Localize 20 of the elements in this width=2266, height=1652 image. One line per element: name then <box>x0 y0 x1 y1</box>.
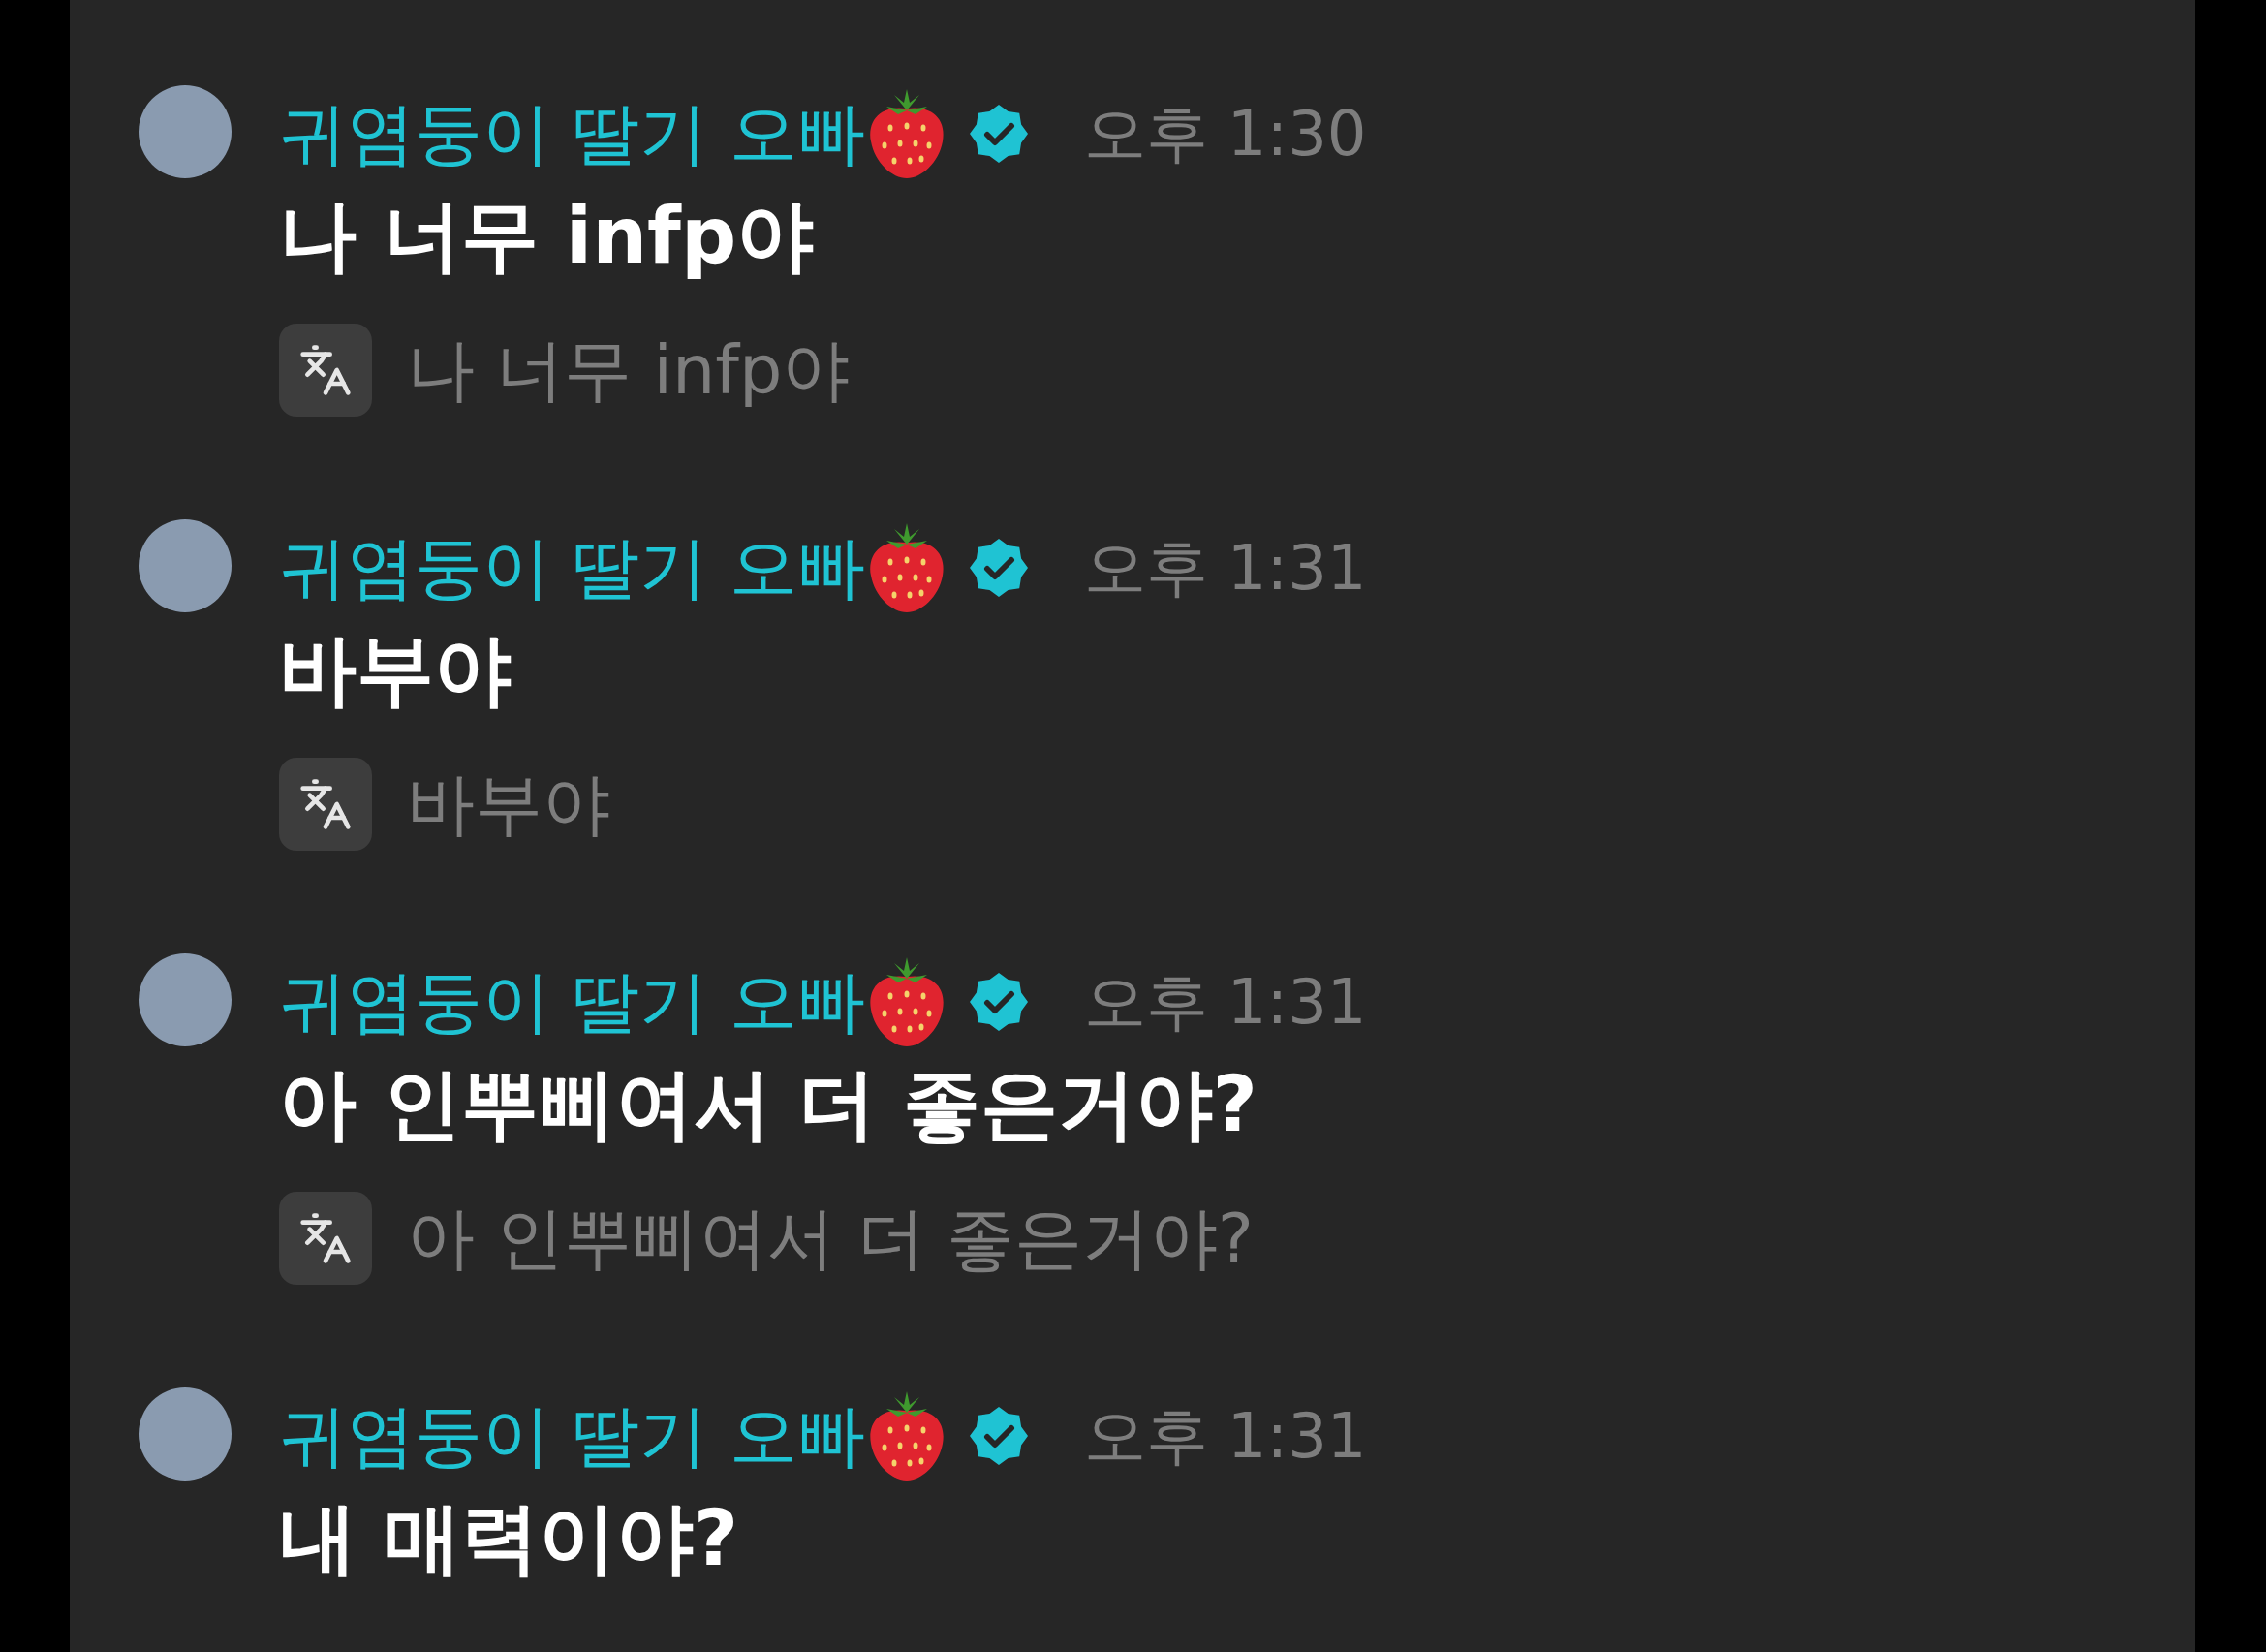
translate-icon <box>298 777 353 831</box>
timestamp: 오후 1:31 <box>1083 1405 1367 1467</box>
translated-text: 바부야 <box>407 770 610 838</box>
timestamp: 오후 1:31 <box>1083 971 1367 1033</box>
author-name[interactable]: 귀염둥이 딸기 오빠 <box>279 968 865 1036</box>
translate-icon <box>298 343 353 397</box>
message-text: 바부야 <box>279 624 512 717</box>
message-text: 아 인뿌삐여서 더 좋은거야? <box>279 1058 1258 1151</box>
author-name[interactable]: 귀염둥이 딸기 오빠 <box>279 534 865 602</box>
message-text: 나 너무 infp야 <box>279 190 816 283</box>
timestamp: 오후 1:31 <box>1083 537 1367 599</box>
translated-text: 아 인뿌삐여서 더 좋은거야? <box>407 1204 1254 1272</box>
author-name[interactable]: 귀염둥이 딸기 오빠 <box>279 100 865 168</box>
timestamp: 오후 1:30 <box>1083 103 1367 165</box>
translate-icon <box>298 1211 353 1265</box>
translate-button[interactable] <box>279 758 372 851</box>
author-name[interactable]: 귀염둥이 딸기 오빠 <box>279 1402 865 1470</box>
translate-button[interactable] <box>279 324 372 417</box>
message-text: 내 매력이야? <box>279 1492 740 1585</box>
translate-button[interactable] <box>279 1192 372 1285</box>
